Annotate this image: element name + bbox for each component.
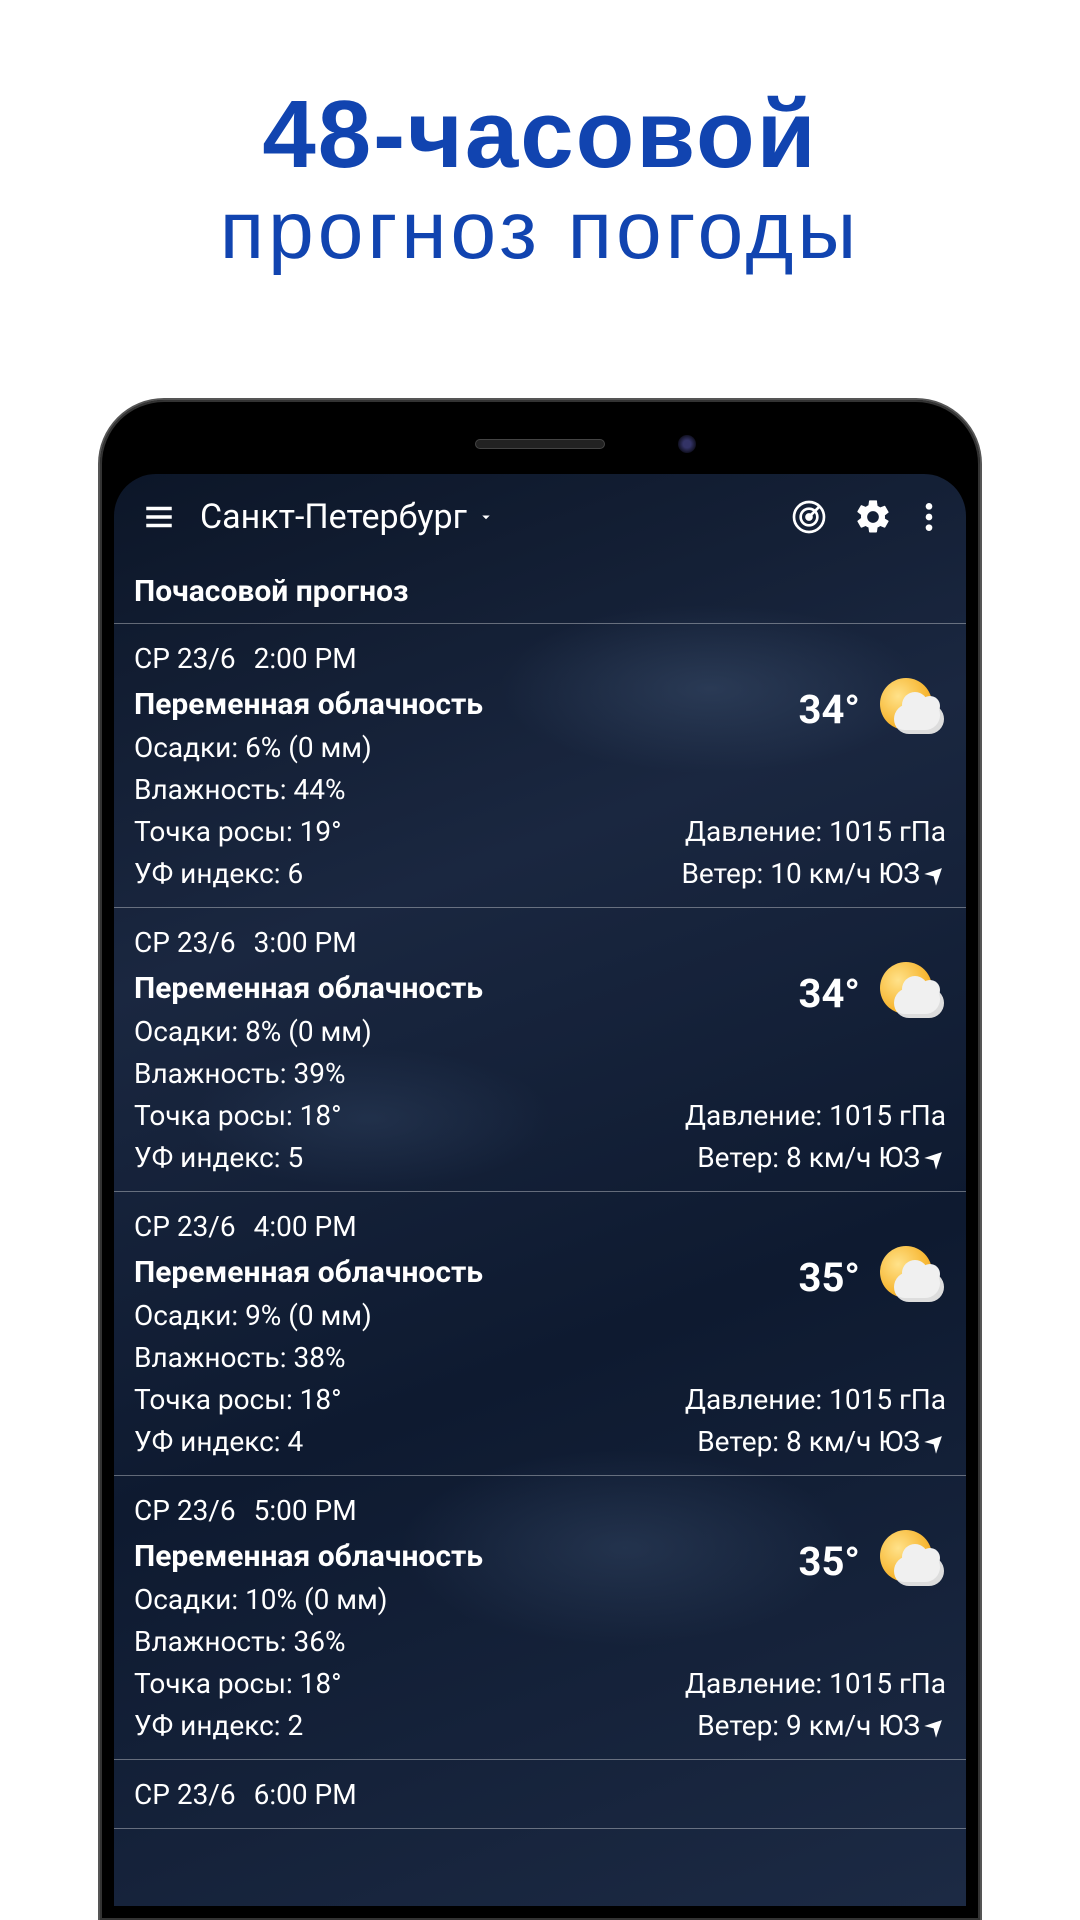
promo-title: 48-часовой прогноз погоды	[0, 0, 1080, 278]
dew-point: Точка росы: 18°	[134, 1379, 656, 1421]
hour-right: 35° Давление: 1015 гПа Ветер: 9 км/ч ЮЗ	[666, 1490, 946, 1747]
uv-index: УФ индекс: 5	[134, 1137, 656, 1179]
hour-item[interactable]: СР 23/6 4:00 PM Переменная облачность Ос…	[114, 1192, 966, 1476]
hour-item[interactable]: СР 23/6 2:00 PM Переменная облачность Ос…	[114, 624, 966, 908]
hour-item[interactable]: СР 23/6 3:00 PM Переменная облачность Ос…	[114, 908, 966, 1192]
app-bar: Санкт-Петербург	[114, 474, 966, 554]
partly-cloudy-icon	[874, 1242, 946, 1314]
wind: Ветер: 8 км/ч ЮЗ	[697, 1421, 946, 1463]
hour-day: СР 23/6	[134, 922, 236, 964]
hour-list[interactable]: СР 23/6 2:00 PM Переменная облачность Ос…	[114, 624, 966, 1829]
temp-row: 34°	[799, 674, 946, 746]
hour-time: 4:00 PM	[254, 1206, 357, 1248]
temp-row: 35°	[799, 1526, 946, 1598]
wind: Ветер: 8 км/ч ЮЗ	[697, 1137, 946, 1179]
phone-speaker	[475, 439, 605, 449]
phone-camera	[678, 435, 696, 453]
hour-right: 35° Давление: 1015 гПа Ветер: 8 км/ч ЮЗ	[666, 1206, 946, 1463]
temp-row: 34°	[799, 958, 946, 1030]
condition: Переменная облачность	[134, 682, 656, 727]
wind-direction-icon	[922, 1712, 950, 1740]
precipitation: Осадки: 9% (0 мм)	[134, 1295, 656, 1337]
hour-right-bottom: Давление: 1015 гПа Ветер: 10 км/ч ЮЗ	[681, 811, 946, 895]
temperature: 34°	[799, 964, 860, 1024]
radar-icon	[789, 497, 829, 537]
promo-line1: 48-часовой	[0, 80, 1080, 190]
precipitation: Осадки: 6% (0 мм)	[134, 727, 656, 769]
app-screen: Санкт-Петербург Почасовой прогноз СР 23/…	[114, 474, 966, 1906]
hour-item[interactable]: СР 23/6 6:00 PM	[114, 1760, 966, 1829]
location-selector[interactable]: Санкт-Петербург	[200, 497, 495, 537]
condition: Переменная облачность	[134, 1534, 656, 1579]
dew-point: Точка росы: 19°	[134, 811, 656, 853]
hour-right: 34° Давление: 1015 гПа Ветер: 8 км/ч ЮЗ	[666, 922, 946, 1179]
temperature: 34°	[799, 680, 860, 740]
settings-button[interactable]	[850, 494, 896, 540]
hour-day: СР 23/6	[134, 1490, 236, 1532]
precipitation: Осадки: 8% (0 мм)	[134, 1011, 656, 1053]
hour-right: 34° Давление: 1015 гПа Ветер: 10 км/ч ЮЗ	[666, 638, 946, 895]
more-vert-icon	[925, 500, 933, 534]
uv-index: УФ индекс: 2	[134, 1705, 656, 1747]
humidity: Влажность: 38%	[134, 1337, 656, 1379]
hour-item[interactable]: СР 23/6 5:00 PM Переменная облачность Ос…	[114, 1476, 966, 1760]
chevron-down-icon	[477, 508, 495, 526]
hour-right-bottom: Давление: 1015 гПа Ветер: 8 км/ч ЮЗ	[685, 1379, 946, 1463]
condition: Переменная облачность	[134, 1250, 656, 1295]
hour-right-bottom: Давление: 1015 гПа Ветер: 8 км/ч ЮЗ	[685, 1095, 946, 1179]
hour-time: 3:00 PM	[254, 922, 357, 964]
condition: Переменная облачность	[134, 966, 656, 1011]
partly-cloudy-icon	[874, 1526, 946, 1598]
wind-direction-icon	[922, 1428, 950, 1456]
hour-day: СР 23/6	[134, 1774, 236, 1816]
pressure: Давление: 1015 гПа	[685, 1663, 946, 1705]
phone-frame: Санкт-Петербург Почасовой прогноз СР 23/…	[100, 400, 980, 1920]
pressure: Давление: 1015 гПа	[685, 1379, 946, 1421]
dew-point: Точка росы: 18°	[134, 1663, 656, 1705]
hour-day: СР 23/6	[134, 1206, 236, 1248]
hour-day: СР 23/6	[134, 638, 236, 680]
hour-time: 5:00 PM	[254, 1490, 357, 1532]
partly-cloudy-icon	[874, 958, 946, 1030]
hour-right-bottom: Давление: 1015 гПа Ветер: 9 км/ч ЮЗ	[685, 1663, 946, 1747]
humidity: Влажность: 44%	[134, 769, 656, 811]
precipitation: Осадки: 10% (0 мм)	[134, 1579, 656, 1621]
temp-row: 35°	[799, 1242, 946, 1314]
hour-datetime: СР 23/6 3:00 PM	[134, 922, 656, 964]
temperature: 35°	[799, 1532, 860, 1592]
hour-datetime: СР 23/6 4:00 PM	[134, 1206, 656, 1248]
uv-index: УФ индекс: 4	[134, 1421, 656, 1463]
wind-direction-icon	[922, 1144, 950, 1172]
wind: Ветер: 10 км/ч ЮЗ	[681, 853, 946, 895]
partly-cloudy-icon	[874, 674, 946, 746]
hour-datetime: СР 23/6 5:00 PM	[134, 1490, 656, 1532]
pressure: Давление: 1015 гПа	[685, 811, 946, 853]
section-title: Почасовой прогноз	[114, 554, 966, 624]
dew-point: Точка росы: 18°	[134, 1095, 656, 1137]
location-name: Санкт-Петербург	[200, 497, 467, 537]
pressure: Давление: 1015 гПа	[685, 1095, 946, 1137]
radar-button[interactable]	[786, 494, 832, 540]
hour-datetime: СР 23/6 2:00 PM	[134, 638, 656, 680]
wind: Ветер: 9 км/ч ЮЗ	[697, 1705, 946, 1747]
promo-line2: прогноз погоды	[0, 184, 1080, 278]
humidity: Влажность: 39%	[134, 1053, 656, 1095]
wind-direction-icon	[922, 860, 950, 888]
menu-button[interactable]	[136, 494, 182, 540]
phone-bezel	[114, 414, 966, 474]
hour-datetime: СР 23/6 6:00 PM	[134, 1774, 656, 1816]
hour-time: 2:00 PM	[254, 638, 357, 680]
overflow-button[interactable]	[914, 494, 944, 540]
humidity: Влажность: 36%	[134, 1621, 656, 1663]
gear-icon	[853, 497, 893, 537]
temperature: 35°	[799, 1248, 860, 1308]
hour-time: 6:00 PM	[254, 1774, 357, 1816]
uv-index: УФ индекс: 6	[134, 853, 656, 895]
hamburger-icon	[142, 500, 176, 534]
